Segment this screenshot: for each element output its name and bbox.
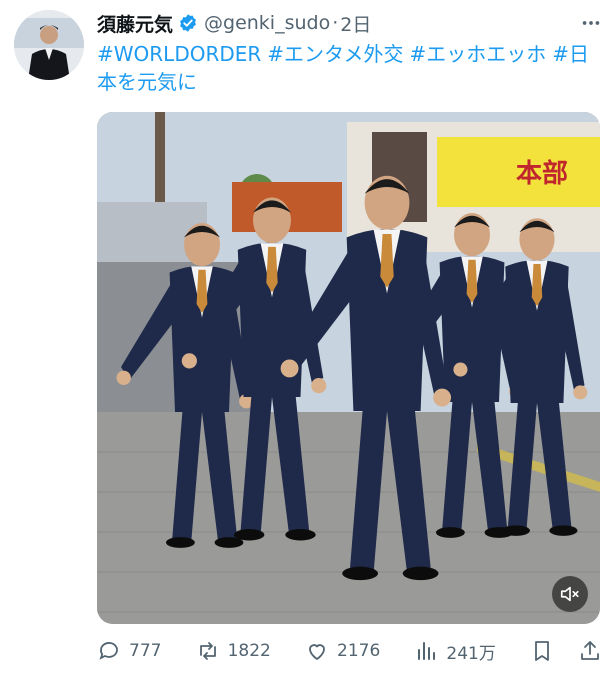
more-options-icon[interactable] [580, 12, 602, 34]
retweet-icon [199, 642, 216, 660]
timestamp[interactable]: 2日 [340, 10, 371, 37]
reply-icon [99, 642, 118, 660]
avatar-photo [14, 10, 84, 80]
retweet-count: 1822 [227, 641, 271, 661]
tweet-text: #WORLDORDER #エンタメ外交 #エッホエッホ #日本を元気に [97, 40, 607, 96]
banner-text: 本部 [516, 159, 568, 189]
action-bar: 777 1822 2176 241万 [97, 634, 602, 668]
mute-button[interactable] [552, 576, 588, 612]
views-button[interactable]: 241万 [414, 639, 496, 664]
tweet-header: 須藤元気 @genki_sudo · 2日 [97, 8, 602, 38]
speaker-muted-icon [560, 586, 579, 602]
analytics-icon [418, 642, 436, 660]
bookmark-icon[interactable] [530, 639, 554, 663]
reply-button[interactable]: 777 [97, 639, 161, 663]
store-banner: 本部 [437, 137, 600, 207]
hashtag-link[interactable]: #エンタメ外交 [267, 42, 403, 66]
avatar[interactable] [14, 10, 84, 80]
hashtag-link[interactable]: #エッホエッホ [409, 42, 546, 66]
like-button[interactable]: 2176 [305, 639, 380, 663]
share-icon[interactable] [578, 639, 602, 663]
reply-count: 777 [129, 641, 162, 661]
bookmark-share-group [530, 639, 602, 663]
retweet-button[interactable]: 1822 [196, 639, 271, 663]
heart-icon [309, 644, 325, 660]
handle[interactable]: @genki_sudo [204, 12, 330, 34]
video-player[interactable]: 本部 [97, 112, 600, 624]
hashtag-link[interactable]: #WORLDORDER [97, 42, 261, 66]
verified-badge-icon [180, 14, 196, 32]
separator-dot: · [332, 12, 339, 34]
view-count: 241万 [446, 643, 496, 664]
display-name[interactable]: 須藤元気 [97, 10, 173, 37]
video-frame: 本部 [97, 112, 600, 624]
like-count: 2176 [337, 641, 381, 661]
